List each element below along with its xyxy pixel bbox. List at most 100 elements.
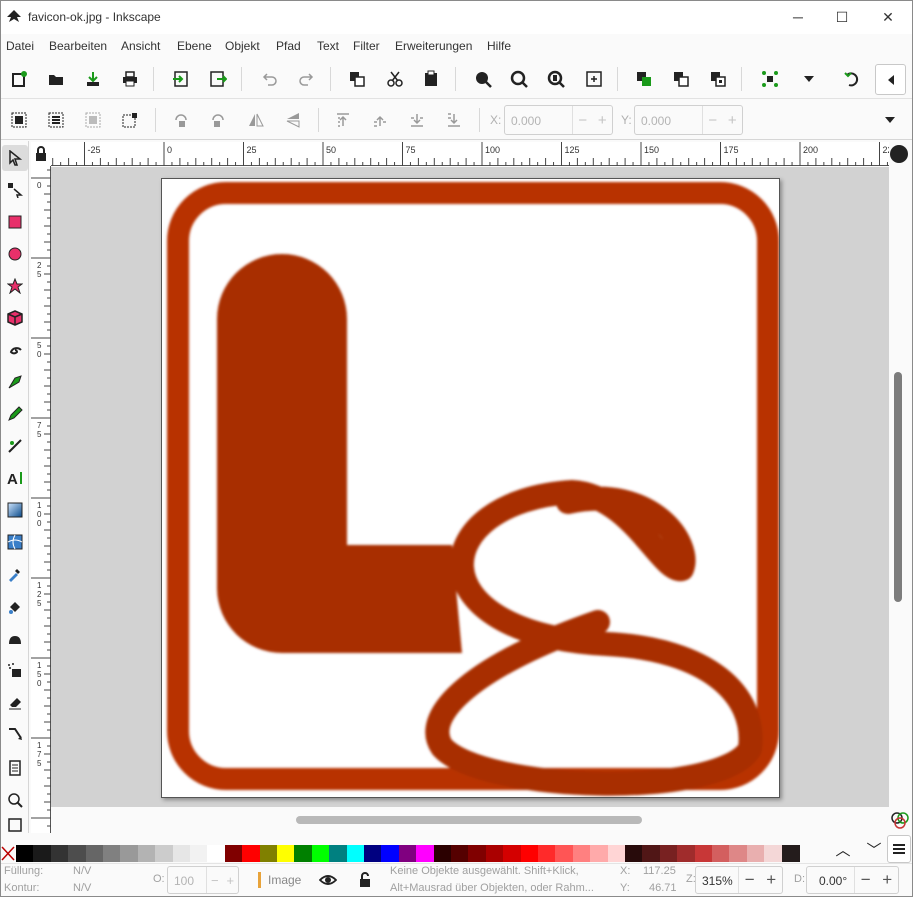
zoom-page-icon[interactable]	[543, 66, 569, 92]
new-document-icon[interactable]	[6, 66, 32, 92]
snap-toggle-icon[interactable]	[839, 66, 865, 92]
stroke-value[interactable]: N/V	[73, 882, 91, 894]
node-snap-icon[interactable]	[757, 66, 783, 92]
zoom-drawing-icon[interactable]	[506, 66, 532, 92]
export-icon[interactable]	[205, 66, 231, 92]
menu-filter[interactable]: Filter	[353, 39, 380, 53]
color-swatch[interactable]	[659, 845, 678, 862]
color-swatch[interactable]	[625, 845, 643, 862]
eraser-tool-icon[interactable]	[2, 689, 28, 715]
spiral-tool-icon[interactable]	[2, 337, 28, 363]
rotate-stepper[interactable]: − +	[854, 867, 898, 893]
menu-bearbeiten[interactable]: Bearbeiten	[49, 39, 107, 53]
layer-lock-icon[interactable]	[357, 871, 373, 892]
calligraphy-tool-icon[interactable]	[2, 433, 28, 459]
rotate-cw-icon[interactable]	[205, 107, 231, 133]
rotate-input[interactable]: 0.00° − +	[806, 866, 899, 894]
color-swatch[interactable]	[277, 845, 295, 862]
plus-icon[interactable]: +	[882, 870, 892, 890]
color-swatch[interactable]	[381, 845, 400, 862]
gradient-tool-icon[interactable]	[2, 497, 28, 523]
connector-tool-icon[interactable]	[2, 721, 28, 747]
print-icon[interactable]	[117, 66, 143, 92]
menu-objekt[interactable]: Objekt	[225, 39, 260, 53]
color-swatch[interactable]	[729, 845, 748, 862]
scroll-down-icon[interactable]: ﹀	[864, 841, 884, 861]
spray-tool-icon[interactable]	[2, 657, 28, 683]
clone-icon[interactable]	[705, 66, 731, 92]
dropper-tool-icon[interactable]	[2, 561, 28, 587]
minus-icon[interactable]: −	[578, 112, 587, 129]
open-icon[interactable]	[43, 66, 69, 92]
text-tool-icon[interactable]: A	[2, 465, 28, 491]
page[interactable]	[161, 178, 780, 798]
import-icon[interactable]	[168, 66, 194, 92]
save-icon[interactable]	[80, 66, 106, 92]
menu-text[interactable]: Text	[317, 39, 339, 53]
color-swatch[interactable]	[520, 845, 539, 862]
ungroup-icon[interactable]	[668, 66, 694, 92]
x-stepper[interactable]: − +	[572, 106, 612, 134]
fill-value[interactable]: N/V	[73, 865, 91, 877]
color-swatch[interactable]	[433, 845, 452, 862]
plus-icon[interactable]: +	[226, 873, 234, 888]
touch-select-icon[interactable]	[117, 107, 143, 133]
color-swatch[interactable]	[642, 845, 661, 862]
color-swatch[interactable]	[85, 845, 104, 862]
menu-ebene[interactable]: Ebene	[177, 39, 212, 53]
y-stepper[interactable]: − +	[702, 106, 742, 134]
star-tool-icon[interactable]	[2, 273, 28, 299]
menu-hilfe[interactable]: Hilfe	[487, 39, 511, 53]
color-swatch[interactable]	[712, 845, 730, 862]
color-swatch[interactable]	[572, 845, 591, 862]
color-swatch[interactable]	[746, 845, 765, 862]
ellipse-tool-icon[interactable]	[2, 241, 28, 267]
deselect-icon[interactable]	[80, 107, 106, 133]
horizontal-scrollbar[interactable]	[51, 807, 889, 833]
color-swatch[interactable]	[50, 845, 69, 862]
menu-erweiterungen[interactable]: Erweiterungen	[395, 39, 472, 53]
color-swatch[interactable]	[294, 845, 313, 862]
lower-to-bottom-icon[interactable]	[441, 107, 467, 133]
color-swatch[interactable]	[137, 845, 156, 862]
color-swatch[interactable]	[694, 845, 713, 862]
color-swatch[interactable]	[416, 845, 435, 862]
raise-icon[interactable]	[367, 107, 393, 133]
color-swatch[interactable]	[607, 845, 626, 862]
flip-vertical-icon[interactable]	[280, 107, 306, 133]
selector-tool-icon[interactable]	[2, 145, 28, 171]
y-input[interactable]: 0.000 − +	[634, 105, 743, 135]
flip-horizontal-icon[interactable]	[243, 107, 269, 133]
3d-box-tool-icon[interactable]	[2, 305, 28, 331]
color-swatch[interactable]	[190, 845, 208, 862]
color-swatch[interactable]	[120, 845, 139, 862]
color-swatch[interactable]	[155, 845, 174, 862]
menu-ansicht[interactable]: Ansicht	[121, 39, 160, 53]
pages-tool-icon[interactable]	[2, 755, 28, 781]
color-swatch[interactable]	[451, 845, 469, 862]
redo-icon[interactable]	[294, 66, 320, 92]
undo-icon[interactable]	[256, 66, 282, 92]
color-swatch[interactable]	[781, 845, 800, 862]
vertical-scrollbar[interactable]	[889, 142, 911, 807]
color-swatch[interactable]	[259, 845, 278, 862]
plus-icon[interactable]: +	[766, 870, 776, 890]
node-tool-icon[interactable]	[2, 177, 28, 203]
color-swatch[interactable]	[503, 845, 522, 862]
paint-bucket-tool-icon[interactable]	[2, 593, 28, 619]
lower-icon[interactable]	[404, 107, 430, 133]
vertical-scrollbar-thumb[interactable]	[894, 372, 902, 602]
color-swatch[interactable]	[16, 845, 34, 862]
tweak-tool-icon[interactable]	[2, 625, 28, 651]
rectangle-tool-icon[interactable]	[2, 209, 28, 235]
zoom-input[interactable]: 315% − +	[695, 866, 783, 894]
zoom-tool-icon[interactable]	[2, 787, 28, 813]
select-all-layers-icon[interactable]	[43, 107, 69, 133]
color-swatch[interactable]	[242, 845, 261, 862]
ls-logo-artwork[interactable]	[162, 179, 779, 797]
overflow-menu-icon[interactable]	[877, 107, 903, 133]
color-swatch[interactable]	[68, 845, 87, 862]
scroll-up-icon[interactable]: ︿	[833, 841, 853, 861]
color-swatch[interactable]	[468, 845, 487, 862]
zoom-stepper[interactable]: − +	[738, 867, 782, 893]
